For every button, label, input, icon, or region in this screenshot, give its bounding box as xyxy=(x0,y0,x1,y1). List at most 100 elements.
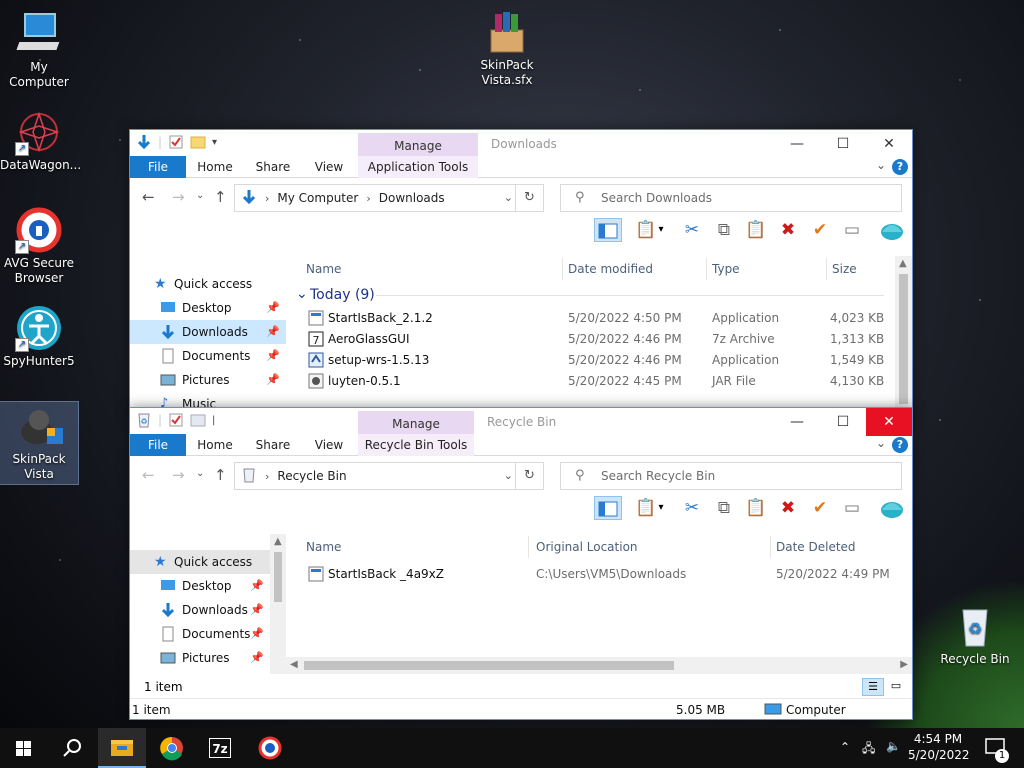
rename-icon[interactable]: ▭ xyxy=(838,218,866,242)
properties-icon[interactable] xyxy=(168,134,184,150)
tab-application-tools[interactable]: Application Tools xyxy=(358,156,478,178)
nav-documents[interactable]: Documents 📌 xyxy=(130,344,286,368)
title-bar[interactable]: | ▾ Manage Downloads — ☐ ✕ xyxy=(130,130,912,159)
breadcrumb-downloads[interactable]: Downloads xyxy=(379,191,445,205)
nav-quick-access[interactable]: ★ Quick access xyxy=(130,550,270,574)
minimize-button[interactable]: — xyxy=(774,408,820,436)
scrollbar-thumb[interactable] xyxy=(304,661,674,670)
desktop-icon-spyhunter[interactable]: ↗ SpyHunter5 xyxy=(0,304,78,369)
file-row[interactable]: StartIsBack _4a9xZ C:\Users\VM5\Download… xyxy=(286,564,912,585)
layout-pane-icon[interactable] xyxy=(594,496,622,520)
desktop-icon-skinpack-vista[interactable]: SkinPack Vista xyxy=(0,401,79,485)
pin-icon[interactable]: 📌 xyxy=(266,320,280,344)
start-button[interactable] xyxy=(0,728,48,768)
qat-dropdown-icon[interactable]: | xyxy=(212,415,215,426)
file-row[interactable]: luyten-0.5.1 5/20/2022 4:45 PM JAR File … xyxy=(286,371,896,392)
address-bar[interactable]: › My Computer › Downloads ⌄ ↻ xyxy=(234,184,544,212)
back-button[interactable]: ← xyxy=(142,188,155,206)
scroll-right-icon[interactable]: ▶ xyxy=(900,659,908,670)
layout-pane-icon[interactable] xyxy=(594,218,622,242)
search-box[interactable]: ⚲ Search Downloads xyxy=(560,184,902,212)
tab-file[interactable]: File xyxy=(130,434,186,456)
search-button[interactable] xyxy=(48,728,96,768)
tab-recycle-bin-tools[interactable]: Recycle Bin Tools xyxy=(358,434,474,456)
vertical-scrollbar[interactable]: ▲ xyxy=(895,256,912,418)
chevron-down-icon[interactable]: ⌄ xyxy=(876,436,886,450)
recycle-bin-small-icon[interactable]: ♻ xyxy=(136,412,152,428)
address-dropdown-icon[interactable]: ⌄ xyxy=(504,469,513,482)
maximize-button[interactable]: ☐ xyxy=(820,408,866,436)
cut-icon[interactable]: ✂ xyxy=(678,496,706,520)
tab-view[interactable]: View xyxy=(308,156,350,178)
title-bar[interactable]: ♻ | | Manage Recycle Bin — ☐ ✕ xyxy=(130,408,912,437)
up-button[interactable]: ↑ xyxy=(214,466,227,484)
tab-share[interactable]: Share xyxy=(252,156,294,178)
downloads-window[interactable]: | ▾ Manage Downloads — ☐ ✕ File Home Sha… xyxy=(129,129,913,419)
recent-locations-icon[interactable]: ⌄ xyxy=(196,190,204,201)
recycle-bin-window[interactable]: ♻ | | Manage Recycle Bin — ☐ ✕ File Home… xyxy=(129,407,913,720)
nav-vertical-scrollbar[interactable]: ▲ xyxy=(270,534,286,674)
address-dropdown-icon[interactable]: ⌄ xyxy=(504,191,513,204)
chevron-up-icon[interactable]: ⌃ xyxy=(840,740,850,754)
file-row[interactable]: 7 AeroGlassGUI 5/20/2022 4:46 PM 7z Arch… xyxy=(286,329,896,350)
column-date-deleted[interactable]: Date Deleted xyxy=(776,540,856,554)
desktop-icon-recycle-bin[interactable]: ♻ Recycle Bin xyxy=(936,602,1014,667)
forward-button[interactable]: → xyxy=(172,188,185,206)
tab-share[interactable]: Share xyxy=(252,434,294,456)
nav-desktop[interactable]: Desktop 📌 xyxy=(130,574,270,598)
taskbar-chrome[interactable] xyxy=(148,728,196,768)
nav-downloads[interactable]: Downloads 📌 xyxy=(130,598,270,622)
search-box[interactable]: ⚲ Search Recycle Bin xyxy=(560,462,902,490)
delete-icon[interactable]: ✖ xyxy=(774,496,802,520)
nav-desktop[interactable]: Desktop 📌 xyxy=(130,296,286,320)
clock[interactable]: 4:54 PM 5/20/2022 xyxy=(908,728,970,768)
cut-icon[interactable]: ✂ xyxy=(678,218,706,242)
group-header-today[interactable]: ⌄ Today (9) xyxy=(286,282,896,308)
shell-icon[interactable] xyxy=(878,496,906,520)
pin-icon[interactable]: 📌 xyxy=(266,344,280,368)
paste-icon[interactable]: 📋 xyxy=(742,496,770,520)
paste-icon[interactable]: 📋 xyxy=(742,218,770,242)
breadcrumb-recycle-bin[interactable]: Recycle Bin xyxy=(277,469,346,483)
refresh-button[interactable]: ↻ xyxy=(515,463,543,489)
pin-icon[interactable]: 📌 xyxy=(250,598,264,622)
close-button[interactable]: ✕ xyxy=(866,130,912,158)
desktop-icon-my-computer[interactable]: My Computer xyxy=(0,10,78,90)
address-bar[interactable]: › Recycle Bin ⌄ ↻ xyxy=(234,462,544,490)
check-icon[interactable]: ✔ xyxy=(806,218,834,242)
chevron-down-icon[interactable]: ⌄ xyxy=(876,158,886,172)
maximize-button[interactable]: ☐ xyxy=(820,130,866,158)
up-button[interactable]: ↑ xyxy=(214,188,227,206)
new-folder-icon[interactable] xyxy=(190,134,206,150)
view-dropdown-icon[interactable]: ▾ xyxy=(654,496,668,520)
taskbar-7zip[interactable]: 7z xyxy=(196,728,244,768)
nav-documents[interactable]: Documents 📌 xyxy=(130,622,270,646)
pin-icon[interactable]: 📌 xyxy=(266,296,280,320)
nav-quick-access[interactable]: ★ Quick access xyxy=(130,272,286,296)
column-date-modified[interactable]: Date modified xyxy=(568,262,653,276)
close-button[interactable]: ✕ xyxy=(866,408,912,436)
volume-icon[interactable]: 🔈 xyxy=(886,739,901,753)
forward-button[interactable]: → xyxy=(172,466,185,484)
scroll-up-icon[interactable]: ▲ xyxy=(899,258,907,269)
nav-pictures[interactable]: Pictures 📌 xyxy=(130,368,286,392)
properties-icon[interactable] xyxy=(168,412,184,428)
nav-pictures[interactable]: Pictures 📌 xyxy=(130,646,270,670)
pin-icon[interactable]: 📌 xyxy=(250,622,264,646)
delete-icon[interactable]: ✖ xyxy=(774,218,802,242)
tab-file[interactable]: File xyxy=(130,156,186,178)
taskbar-avg-browser[interactable] xyxy=(246,728,294,768)
desktop-icon-avg-browser[interactable]: ↗ AVG Secure Browser xyxy=(0,206,78,286)
view-dropdown-icon[interactable]: ▾ xyxy=(654,218,668,242)
scrollbar-thumb[interactable] xyxy=(899,274,908,404)
scrollbar-thumb[interactable] xyxy=(274,552,282,602)
new-folder-icon[interactable] xyxy=(190,412,206,428)
scroll-left-icon[interactable]: ◀ xyxy=(290,659,298,670)
tab-home[interactable]: Home xyxy=(194,434,236,456)
pin-icon[interactable]: 📌 xyxy=(250,574,264,598)
minimize-button[interactable]: — xyxy=(774,130,820,158)
scroll-up-icon[interactable]: ▲ xyxy=(274,536,282,547)
breadcrumb-my-computer[interactable]: My Computer xyxy=(277,191,358,205)
copy-icon[interactable]: ⧉ xyxy=(710,218,738,242)
column-original-location[interactable]: Original Location xyxy=(536,540,638,554)
